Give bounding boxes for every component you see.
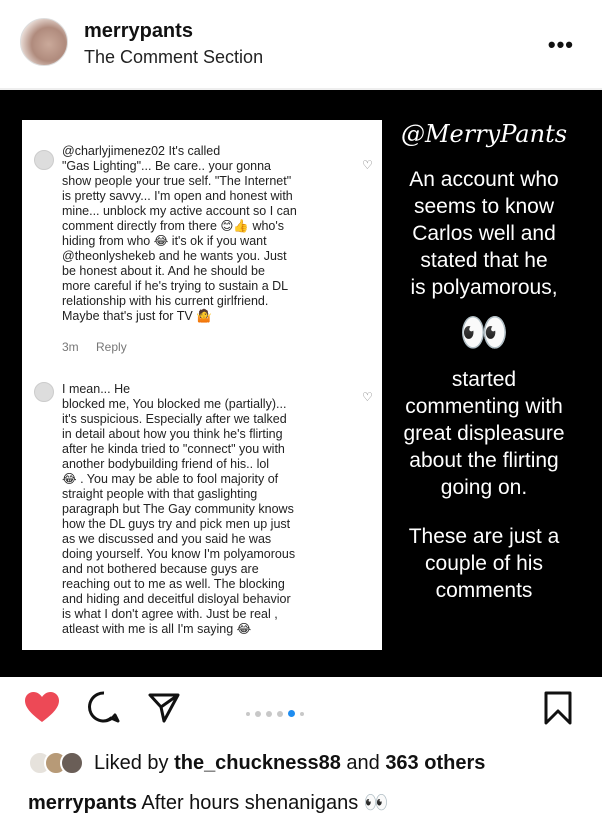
carousel-dot — [266, 710, 272, 717]
avatar[interactable] — [20, 18, 68, 66]
heart-icon — [25, 692, 59, 722]
share-button[interactable] — [148, 691, 180, 728]
more-options-icon[interactable]: ••• — [548, 32, 574, 58]
comment-text: I mean... He blocked me, You blocked me … — [62, 382, 296, 636]
likes-middle: and — [340, 751, 386, 774]
side-text-1: An account who seems to know Carlos well… — [409, 168, 559, 299]
share-icon — [148, 693, 180, 723]
username[interactable]: merrypants — [84, 20, 193, 43]
comment-icon — [88, 691, 120, 723]
carousel-dot-active — [288, 710, 295, 718]
comment-meta: 3m Reply — [62, 340, 141, 354]
liked-by-user[interactable]: the_chuckness88 — [174, 752, 341, 774]
side-handle: @MerryPants — [400, 120, 568, 148]
comment-heart-icon: ♡ — [362, 390, 373, 404]
bookmark-icon — [544, 691, 572, 725]
carousel-dot — [277, 710, 283, 717]
comment-reply: Reply — [96, 340, 127, 354]
post-image[interactable]: @charlyjimenez02 It's called "Gas Lighti… — [0, 88, 602, 677]
commenter-avatar — [34, 382, 54, 402]
carousel-dot — [255, 710, 261, 717]
side-caption: @MerryPants An account who seems to know… — [384, 120, 584, 604]
carousel-dot — [246, 711, 250, 716]
carousel-dot — [300, 711, 304, 716]
comment-heart-icon: ♡ — [362, 158, 373, 172]
likes-others[interactable]: 363 others — [385, 752, 485, 774]
post-header: merrypants The Comment Section ••• — [0, 0, 602, 88]
commenter-avatar — [34, 150, 54, 170]
eyes-emoji: 👀 — [459, 311, 509, 355]
caption-username[interactable]: merrypants — [28, 792, 137, 814]
caption: merrypants After hours shenanigans 👀 — [28, 790, 389, 815]
action-bar — [0, 677, 602, 737]
side-text-3: These are just a couple of his comments — [408, 525, 560, 602]
save-button[interactable] — [544, 691, 572, 730]
comment-screenshot: @charlyjimenez02 It's called "Gas Lighti… — [22, 120, 382, 650]
liker-avatar — [60, 751, 84, 775]
carousel-indicator — [246, 705, 309, 723]
likes-row[interactable]: Liked by the_chuckness88 and 363 others — [28, 748, 485, 778]
likes-prefix: Liked by — [94, 751, 175, 774]
comment-text: @charlyjimenez02 It's called "Gas Lighti… — [62, 144, 297, 323]
comment-button[interactable] — [88, 691, 120, 728]
side-text-2: started commenting with great displeasur… — [403, 368, 565, 499]
like-button[interactable] — [24, 691, 60, 728]
caption-text: After hours shenanigans 👀 — [136, 792, 389, 814]
post-subtitle: The Comment Section — [84, 47, 264, 67]
likes-text: Liked by the_chuckness88 and 363 others — [94, 752, 485, 775]
comment-time: 3m — [62, 340, 79, 354]
